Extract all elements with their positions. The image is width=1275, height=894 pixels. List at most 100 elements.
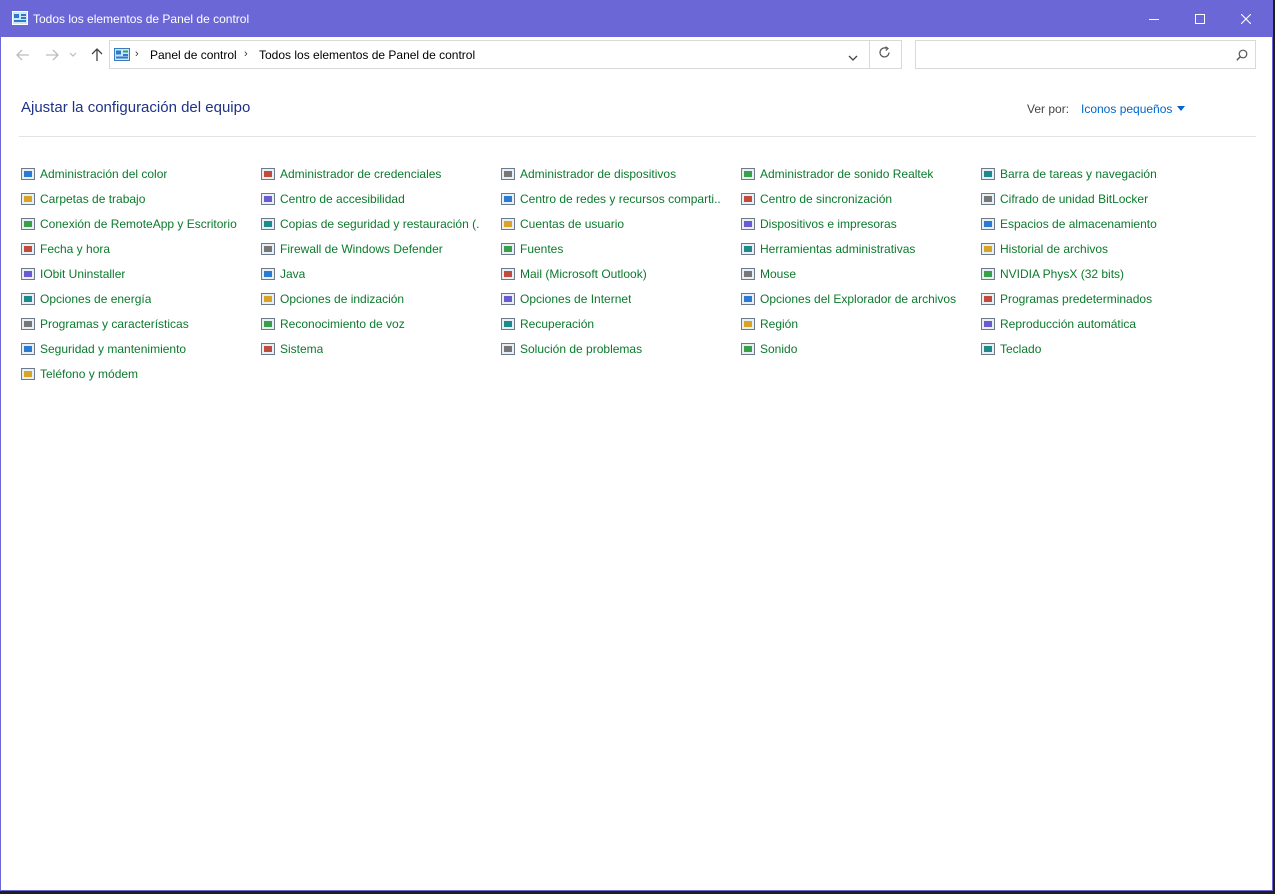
control-panel-item-label: Cuentas de usuario <box>520 217 625 231</box>
devices-printers-icon <box>741 218 755 230</box>
control-panel-item[interactable]: Opciones del Explorador de archivos <box>740 290 956 308</box>
control-panel-item-label: Administrador de sonido Realtek <box>760 167 934 181</box>
control-panel-item[interactable]: Conexión de RemoteApp y Escritorio <box>20 215 237 233</box>
control-panel-item[interactable]: Centro de accesibilidad <box>260 190 405 208</box>
control-panel-item-label: Programas y características <box>40 317 189 331</box>
control-panel-item[interactable]: Sistema <box>260 340 323 358</box>
sync-center-icon <box>741 193 755 205</box>
control-panel-item[interactable]: Cifrado de unidad BitLocker <box>980 190 1148 208</box>
maximize-button[interactable] <box>1177 1 1223 37</box>
folder-options-icon <box>741 293 755 305</box>
control-panel-item[interactable]: Sonido <box>740 340 797 358</box>
control-panel-item[interactable]: Firewall de Windows Defender <box>260 240 443 258</box>
indexing-options-icon <box>261 293 275 305</box>
title-bar[interactable]: Todos los elementos de Panel de control <box>1 1 1272 37</box>
control-panel-item[interactable]: Opciones de Internet <box>500 290 631 308</box>
control-panel-item-label: Administrador de dispositivos <box>520 167 677 181</box>
credential-manager-icon <box>261 168 275 180</box>
control-panel-item[interactable]: Administrador de credenciales <box>260 165 441 183</box>
arrow-up-icon <box>91 48 103 61</box>
control-panel-item[interactable]: IObit Uninstaller <box>20 265 125 283</box>
control-panel-item-label: Cifrado de unidad BitLocker <box>1000 192 1149 206</box>
view-by-dropdown[interactable]: Iconos pequeños <box>1081 102 1172 116</box>
control-panel-item[interactable]: Teléfono y módem <box>20 365 138 383</box>
minimize-button[interactable] <box>1131 1 1177 37</box>
control-panel-item[interactable]: Reproducción automática <box>980 315 1136 333</box>
control-panel-item[interactable]: Cuentas de usuario <box>500 215 624 233</box>
close-button[interactable] <box>1223 1 1269 37</box>
bitlocker-icon <box>981 193 995 205</box>
recent-locations-button[interactable] <box>68 46 78 64</box>
troubleshooting-icon <box>501 343 515 355</box>
breadcrumb-all-items[interactable]: Todos los elementos de Panel de control <box>259 48 475 62</box>
phone-modem-icon <box>21 368 35 380</box>
control-panel-item[interactable]: Espacios de almacenamiento <box>980 215 1157 233</box>
search-input[interactable] <box>920 44 1224 66</box>
maximize-icon <box>1195 14 1205 24</box>
control-panel-item[interactable]: Historial de archivos <box>980 240 1108 258</box>
arrow-right-icon <box>46 49 59 61</box>
control-panel-item[interactable]: Opciones de indización <box>260 290 404 308</box>
control-panel-item[interactable]: Java <box>260 265 305 283</box>
control-panel-item[interactable]: Programas predeterminados <box>980 290 1152 308</box>
control-panel-item[interactable]: Administrador de dispositivos <box>500 165 676 183</box>
control-panel-item-label: Java <box>280 267 306 281</box>
control-panel-item[interactable]: Fecha y hora <box>20 240 110 258</box>
security-maintenance-flag-icon <box>21 343 35 355</box>
control-panel-window: Todos los elementos de Panel de control <box>0 0 1273 891</box>
control-panel-item[interactable]: Programas y características <box>20 315 189 333</box>
breadcrumb-separator[interactable]: › <box>244 48 248 60</box>
up-button[interactable] <box>89 46 105 64</box>
control-panel-item[interactable]: Seguridad y mantenimiento <box>20 340 186 358</box>
control-panel-item-label: Fecha y hora <box>40 242 111 256</box>
control-panel-item[interactable]: Mouse <box>740 265 796 283</box>
control-panel-item[interactable]: Teclado <box>980 340 1041 358</box>
breadcrumb-panel-de-control[interactable]: Panel de control <box>150 48 237 62</box>
forward-button[interactable] <box>44 46 60 64</box>
control-panel-item-label: Teléfono y módem <box>40 367 139 381</box>
storage-spaces-icon <box>981 218 995 230</box>
speaker-icon <box>741 343 755 355</box>
control-panel-item[interactable]: Región <box>740 315 798 333</box>
control-panel-item-label: Barra de tareas y navegación <box>1000 167 1157 181</box>
view-by-label: Ver por: <box>1027 102 1070 116</box>
control-panel-item[interactable]: Mail (Microsoft Outlook) <box>500 265 647 283</box>
navigation-bar: › Panel de control › Todos los elementos… <box>1 37 1272 73</box>
address-bar[interactable]: › Panel de control › Todos los elementos… <box>109 40 902 69</box>
control-panel-item[interactable]: Fuentes <box>500 240 563 258</box>
back-button[interactable] <box>15 46 31 64</box>
control-panel-item-label: Recuperación <box>520 317 595 331</box>
control-panel-item[interactable]: Copias de seguridad y restauración (... <box>260 215 480 233</box>
iobit-uninstaller-icon <box>21 268 35 280</box>
control-panel-item[interactable]: Solución de problemas <box>500 340 642 358</box>
refresh-button[interactable] <box>878 46 891 63</box>
control-panel-item-label: Centro de redes y recursos comparti... <box>520 192 720 206</box>
control-panel-item[interactable]: NVIDIA PhysX (32 bits) <box>980 265 1124 283</box>
address-dropdown-button[interactable] <box>848 49 858 67</box>
control-panel-item[interactable]: Recuperación <box>500 315 594 333</box>
search-box[interactable] <box>915 40 1256 69</box>
control-panel-item[interactable]: Administración del color <box>20 165 167 183</box>
caret-down-icon[interactable] <box>1177 106 1185 111</box>
control-panel-item-label: Opciones de energía <box>40 292 152 306</box>
control-panel-item[interactable]: Carpetas de trabajo <box>20 190 145 208</box>
refresh-icon <box>879 46 890 58</box>
search-icon[interactable] <box>1236 48 1248 66</box>
control-panel-item[interactable]: Centro de sincronización <box>740 190 892 208</box>
control-panel-item[interactable]: Dispositivos e impresoras <box>740 215 897 233</box>
control-panel-item[interactable]: Barra de tareas y navegación <box>980 165 1157 183</box>
control-panel-item[interactable]: Herramientas administrativas <box>740 240 915 258</box>
control-panel-item[interactable]: Reconocimiento de voz <box>260 315 405 333</box>
control-panel-item-label: Reconocimiento de voz <box>280 317 405 331</box>
control-panel-item-label: Herramientas administrativas <box>760 242 916 256</box>
control-panel-item[interactable]: Administrador de sonido Realtek <box>740 165 933 183</box>
control-panel-item-label: Carpetas de trabajo <box>40 192 146 206</box>
control-panel-item[interactable]: Centro de redes y recursos comparti... <box>500 190 720 208</box>
page-title: Ajustar la configuración del equipo <box>21 99 251 116</box>
control-panel-item-label: Sonido <box>760 342 798 356</box>
control-panel-item-label: Teclado <box>1000 342 1042 356</box>
control-panel-icon <box>12 11 28 25</box>
control-panel-item[interactable]: Opciones de energía <box>20 290 151 308</box>
remoteapp-icon <box>21 218 35 230</box>
breadcrumb-separator[interactable]: › <box>135 48 139 60</box>
